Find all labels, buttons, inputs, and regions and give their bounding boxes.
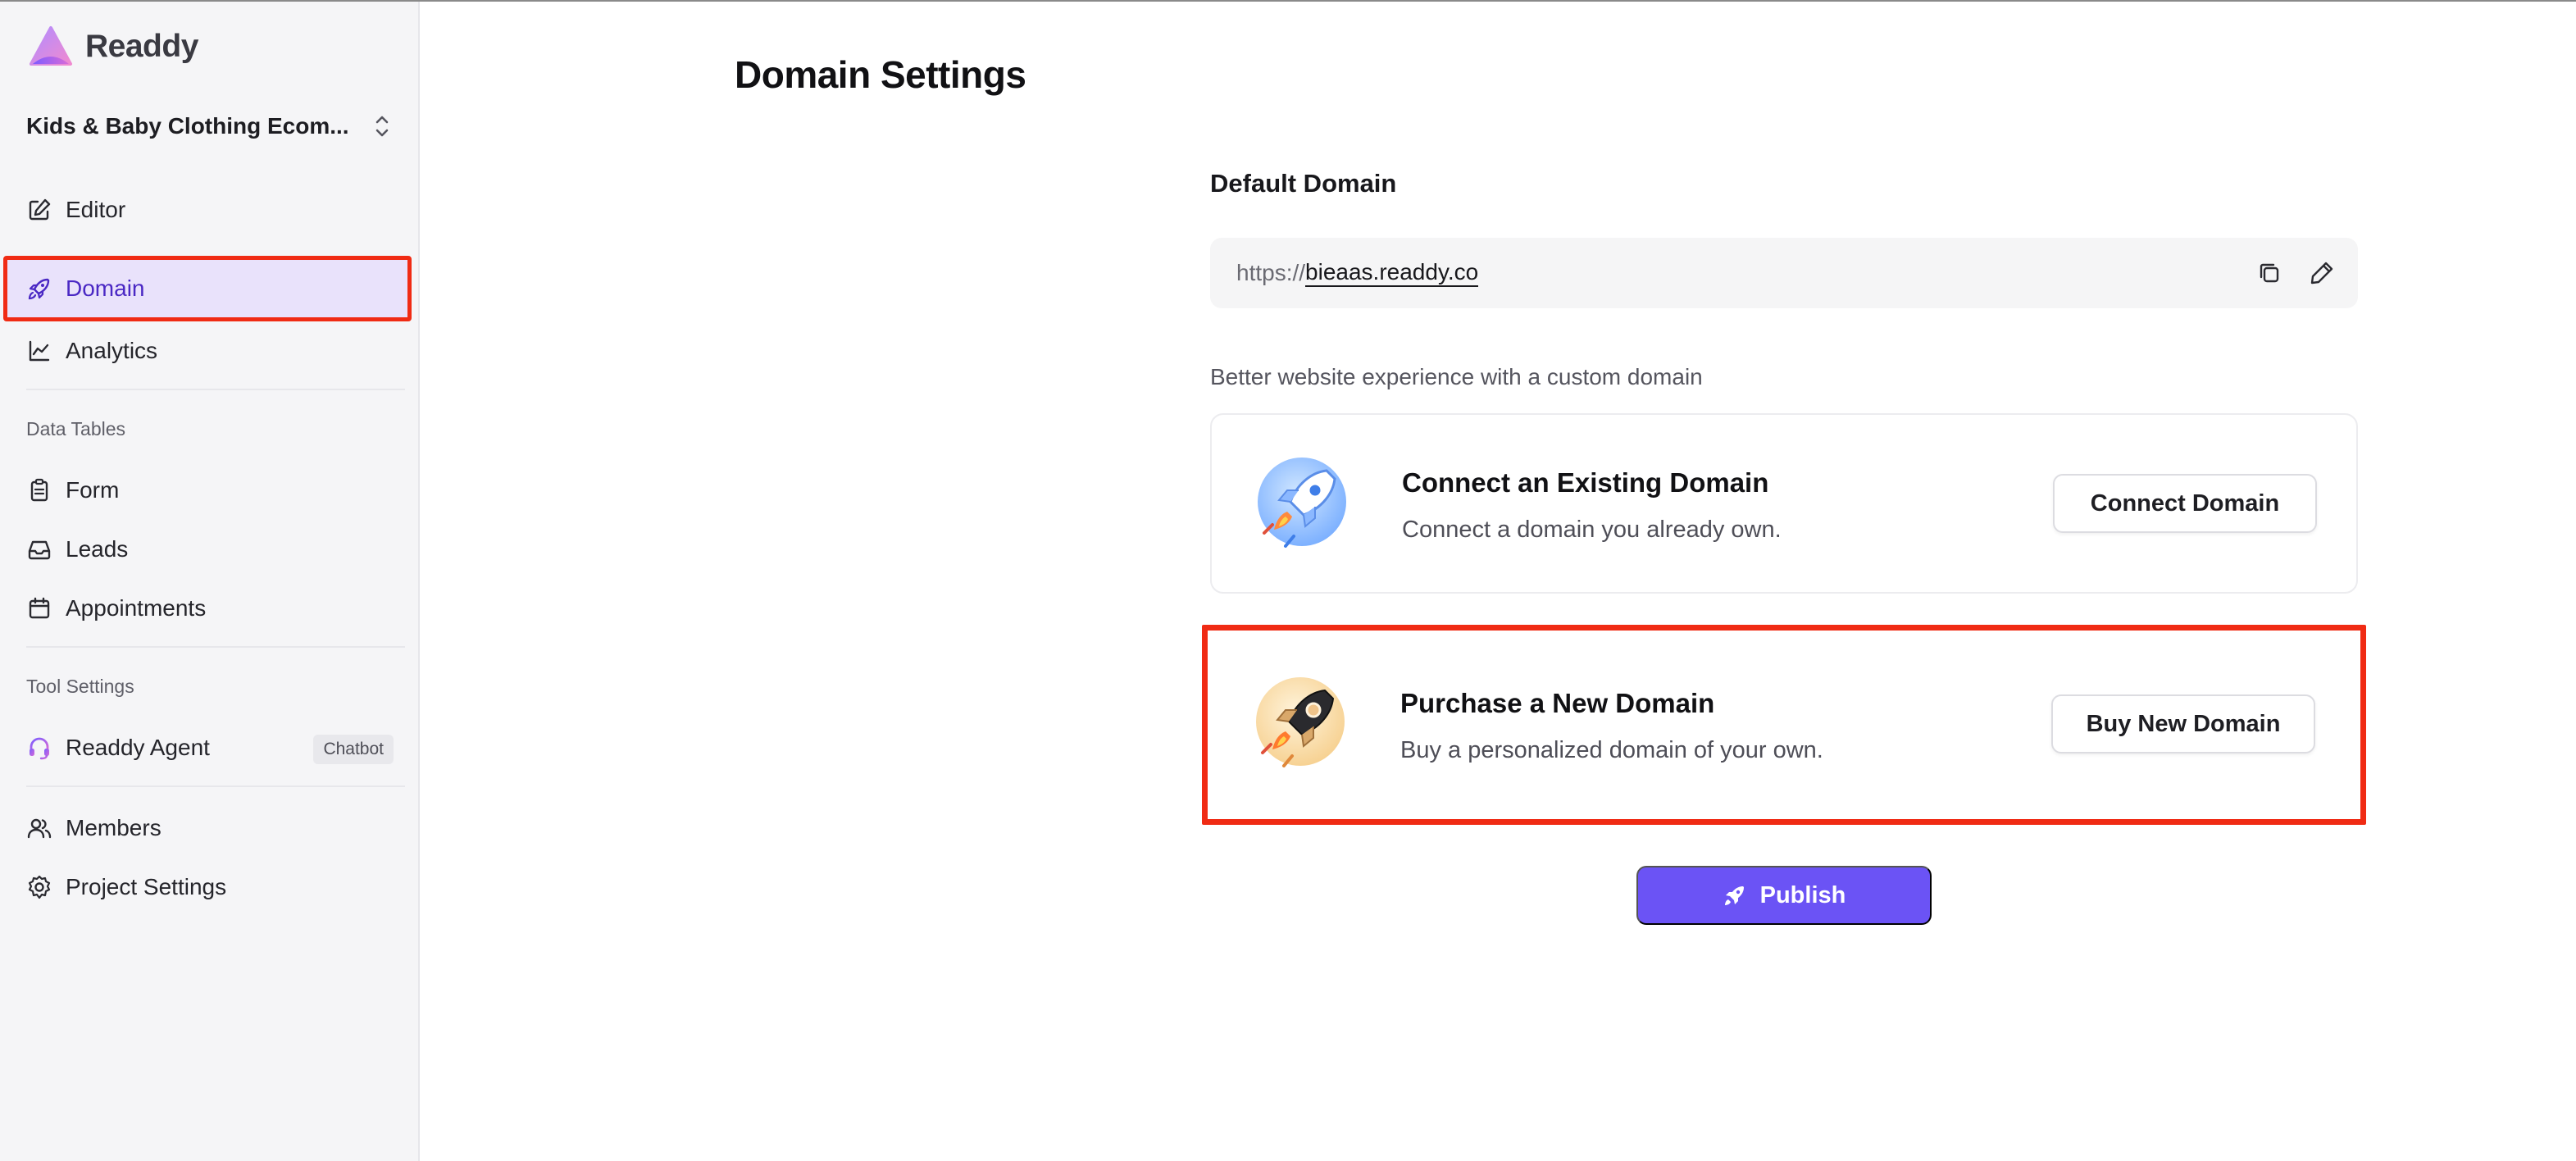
sidebar-divider (26, 646, 405, 648)
sidebar-item-label: Domain (66, 275, 145, 301)
chevron-up-down-icon (375, 116, 389, 137)
section-title-data-tables: Data Tables (26, 418, 126, 439)
domain-protocol: https:// (1236, 260, 1306, 285)
sidebar-item-label: Appointments (66, 595, 207, 621)
sidebar-item-label: Analytics (66, 338, 158, 363)
sidebar-item-appointments[interactable]: Appointments (10, 582, 408, 635)
sidebar-item-label: Form (66, 477, 120, 503)
users-icon (27, 818, 52, 839)
clipboard-icon (30, 478, 48, 502)
default-domain-field: https:// bieaas.readdy.co (1210, 238, 2358, 308)
app-name: Readdy (85, 29, 198, 64)
buy-new-domain-button[interactable]: Buy New Domain (2051, 694, 2315, 754)
sidebar-item-form[interactable]: Form (10, 464, 408, 517)
chatbot-badge: Chatbot (313, 735, 394, 764)
sidebar-divider (26, 785, 405, 787)
sidebar-item-leads[interactable]: Leads (10, 523, 408, 576)
black-rocket-icon (1256, 677, 1345, 767)
sidebar-item-project-settings[interactable]: Project Settings (10, 861, 408, 913)
sidebar-item-label: Readdy Agent (66, 735, 210, 760)
sidebar-item-label: Editor (66, 197, 126, 222)
sidebar-item-members[interactable]: Members (10, 802, 408, 854)
rocket-icon (28, 278, 50, 300)
sidebar-item-readdy-agent[interactable]: Readdy Agent Chatbot (10, 722, 408, 774)
calendar-icon (29, 597, 50, 619)
connect-domain-title: Connect an Existing Domain (1402, 467, 1769, 498)
sidebar: Readdy Kids & Baby Clothing Ecom... Edit… (0, 2, 420, 1161)
readdy-logo-icon (30, 26, 72, 66)
blue-rocket-icon (1258, 458, 1346, 548)
rocket-icon (1724, 886, 1744, 905)
copy-icon[interactable] (2253, 257, 2286, 289)
project-switcher[interactable]: Kids & Baby Clothing Ecom... (26, 108, 394, 144)
edit-icon (29, 198, 51, 221)
page-title: Domain Settings (735, 53, 1026, 96)
inbox-icon (28, 540, 51, 560)
connect-domain-description: Connect a domain you already own. (1402, 517, 1782, 543)
purchase-domain-card: Purchase a New Domain Buy a personalized… (1202, 625, 2366, 825)
headset-icon (30, 737, 49, 760)
purchase-domain-title: Purchase a New Domain (1400, 688, 1715, 718)
custom-domain-hint: Better website experience with a custom … (1210, 364, 1703, 389)
sidebar-item-editor[interactable]: Editor (10, 184, 408, 236)
gear-icon (28, 875, 51, 899)
connect-domain-button[interactable]: Connect Domain (2053, 474, 2317, 533)
publish-label: Publish (1759, 881, 1846, 908)
sidebar-divider (26, 389, 405, 390)
line-chart-icon (29, 340, 50, 362)
connect-domain-card: Connect an Existing Domain Connect a dom… (1210, 413, 2358, 594)
sidebar-item-label: Project Settings (66, 874, 227, 899)
sidebar-item-domain[interactable]: Domain (3, 256, 412, 321)
default-domain-label: Default Domain (1210, 169, 1397, 198)
sidebar-item-label: Leads (66, 536, 129, 562)
sidebar-item-label: Members (66, 815, 162, 840)
purchase-domain-description: Buy a personalized domain of your own. (1400, 737, 1823, 763)
project-name: Kids & Baby Clothing Ecom... (26, 113, 349, 139)
section-title-tool-settings: Tool Settings (26, 676, 134, 697)
publish-button[interactable]: Publish (1636, 866, 1932, 925)
pencil-icon[interactable] (2305, 257, 2338, 289)
default-domain-link[interactable]: bieaas.readdy.co (1305, 259, 1479, 287)
sidebar-item-analytics[interactable]: Analytics (10, 325, 408, 377)
app-logo[interactable]: Readdy (26, 25, 198, 69)
